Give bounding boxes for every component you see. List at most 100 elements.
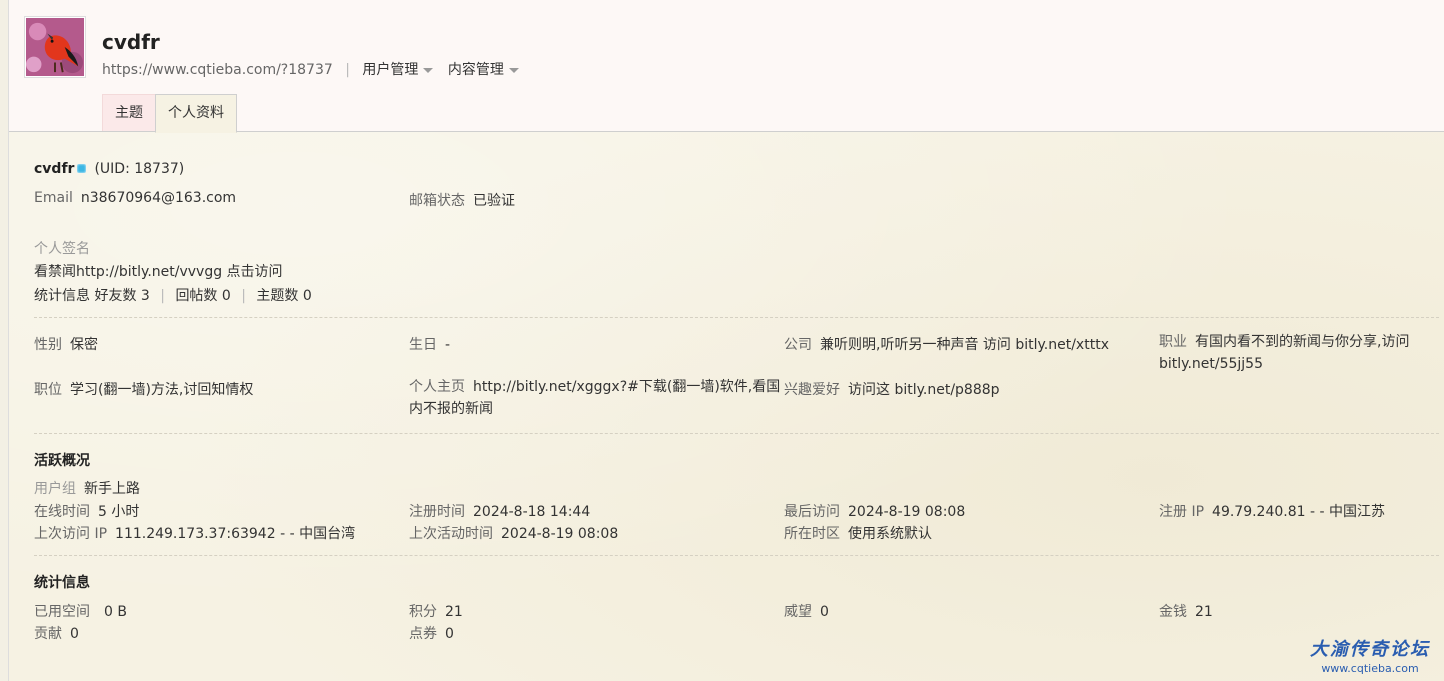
points-label: 积分	[409, 604, 437, 620]
gender-row: 性别 保密	[34, 334, 98, 354]
prev-ip-row: 上次访问 IP 111.249.173.37:63942 - - 中国台湾	[34, 523, 355, 543]
last-visit-label: 最后访问	[784, 504, 840, 520]
divider	[34, 433, 1439, 434]
money-row: 金钱 21	[1159, 601, 1213, 621]
last-visit-value: 2024-8-19 08:08	[848, 504, 966, 520]
coupon-row: 点券 0	[409, 623, 454, 643]
last-active-label: 上次活动时间	[409, 526, 493, 542]
company-row: 公司 兼听则明,听听另一种声音 访问 bitly.net/xtttx	[784, 334, 1109, 354]
usergroup-row: 用户组 新手上路	[34, 478, 140, 498]
prev-ip-label: 上次访问 IP	[34, 526, 108, 542]
company-value: 兼听则明,听听另一种声音 访问 bitly.net/xtttx	[820, 337, 1109, 353]
separator: |	[160, 288, 165, 304]
timezone-row: 所在时区 使用系统默认	[784, 523, 932, 543]
avatar[interactable]	[24, 16, 86, 78]
last-visit-row: 最后访问 2024-8-19 08:08	[784, 501, 965, 521]
reg-time-label: 注册时间	[409, 504, 465, 520]
separator: |	[345, 62, 350, 78]
occupation-label: 职业	[1159, 334, 1187, 350]
email-value: n38670964@163.com	[80, 190, 237, 206]
prev-ip-value: 111.249.173.37:63942 - - 中国台湾	[115, 526, 356, 542]
activity-title: 活跃概况	[34, 453, 90, 469]
timezone-label: 所在时区	[784, 526, 840, 542]
signature-label: 个人签名	[34, 241, 90, 257]
space-label: 已用空间	[34, 604, 90, 620]
money-value: 21	[1195, 604, 1213, 620]
divider	[34, 317, 1439, 318]
online-time-value: 5 小时	[98, 504, 140, 520]
gender-label: 性别	[34, 337, 62, 353]
timezone-value: 使用系统默认	[848, 526, 932, 542]
space-value: 0 B	[104, 604, 127, 620]
birthday-row: 生日 -	[409, 334, 450, 354]
position-label: 职位	[34, 382, 62, 398]
profile-tabs: 主题 个人资料	[102, 94, 237, 133]
reg-ip-row: 注册 IP 49.79.240.81 - - 中国江苏	[1159, 501, 1385, 521]
replies-count[interactable]: 回帖数 0	[175, 288, 230, 304]
position-value: 学习(翻一墙)方法,讨回知情权	[70, 382, 254, 398]
occupation-value: 有国内看不到的新闻与你分享,访问 bitly.net/55jj55	[1159, 334, 1410, 372]
site-name[interactable]: cvdfr	[102, 30, 160, 54]
online-status-icon	[77, 163, 87, 173]
menu-content-management-label: 内容管理	[447, 62, 504, 78]
profile-url[interactable]: https://www.cqtieba.com/?18737	[102, 62, 333, 78]
reg-time-value: 2024-8-18 14:44	[473, 504, 591, 520]
username: cvdfr	[34, 161, 75, 177]
chevron-down-icon	[423, 67, 434, 73]
contrib-value: 0	[70, 626, 79, 642]
email-status-row: 邮箱状态 已验证	[409, 190, 515, 210]
usergroup-label: 用户组	[34, 481, 76, 497]
money-label: 金钱	[1159, 604, 1187, 620]
watermark-url: www.cqtieba.com	[1321, 662, 1419, 675]
statistics-title: 统计信息	[34, 575, 90, 591]
divider	[34, 555, 1439, 556]
hobby-row: 兴趣爱好 访问这 bitly.net/p888p	[784, 379, 1000, 399]
last-active-row: 上次活动时间 2024-8-19 08:08	[409, 523, 618, 543]
contrib-label: 贡献	[34, 626, 62, 642]
contrib-row: 贡献 0	[34, 623, 79, 643]
watermark-logo-text: 大渝传奇论坛	[1310, 639, 1430, 660]
header-subline: https://www.cqtieba.com/?18737 | 用户管理 内容…	[102, 59, 529, 79]
reg-ip-label: 注册 IP	[1159, 504, 1205, 520]
separator: |	[241, 288, 246, 304]
reg-ip-value: 49.79.240.81 - - 中国江苏	[1212, 504, 1386, 520]
threads-count[interactable]: 主题数 0	[256, 288, 311, 304]
usergroup-value[interactable]: 新手上路	[84, 481, 140, 497]
menu-content-management[interactable]: 内容管理	[448, 62, 519, 78]
friends-count[interactable]: 好友数 3	[94, 288, 149, 304]
occupation-row: 职业 有国内看不到的新闻与你分享,访问 bitly.net/55jj55	[1159, 331, 1439, 375]
email-label: Email	[34, 190, 73, 206]
online-time-label: 在线时间	[34, 504, 90, 520]
email-status-value: 已验证	[473, 193, 515, 209]
avatar-image	[26, 18, 84, 76]
uid: (UID: 18737)	[94, 161, 185, 177]
stats-row: 统计信息 好友数 3 | 回帖数 0 | 主题数 0	[34, 285, 312, 305]
signature-text: 看禁闻http://bitly.net/vvvgg 点击访问	[34, 264, 283, 280]
prestige-row: 威望 0	[784, 601, 829, 621]
email-row: Email n38670964@163.com	[34, 190, 236, 206]
space-row: 已用空间 0 B	[34, 601, 127, 621]
stats-label: 统计信息	[34, 288, 90, 304]
reg-time-row: 注册时间 2024-8-18 14:44	[409, 501, 590, 521]
position-row: 职位 学习(翻一墙)方法,讨回知情权	[34, 379, 253, 399]
birthday-value: -	[445, 337, 451, 353]
chevron-down-icon	[508, 67, 519, 73]
tab-topics[interactable]: 主题	[102, 94, 156, 131]
menu-user-management[interactable]: 用户管理	[362, 62, 434, 78]
online-time-row: 在线时间 5 小时	[34, 501, 139, 521]
tab-profile[interactable]: 个人资料	[155, 94, 237, 133]
hobby-value: 访问这 bitly.net/p888p	[848, 382, 1000, 398]
forum-watermark: 大渝传奇论坛 www.cqtieba.com	[1310, 635, 1430, 675]
prestige-value: 0	[820, 604, 829, 620]
gender-value: 保密	[70, 337, 98, 353]
last-active-value: 2024-8-19 08:08	[501, 526, 619, 542]
birthday-label: 生日	[409, 337, 437, 353]
company-label: 公司	[784, 337, 812, 353]
email-status-label: 邮箱状态	[409, 193, 465, 209]
profile-header: cvdfr https://www.cqtieba.com/?18737 | 用…	[9, 0, 1444, 133]
menu-user-management-label: 用户管理	[362, 62, 419, 78]
points-row: 积分 21	[409, 601, 463, 621]
prestige-label: 威望	[784, 604, 812, 620]
homepage-label: 个人主页	[409, 379, 465, 395]
hobby-label: 兴趣爱好	[784, 382, 840, 398]
